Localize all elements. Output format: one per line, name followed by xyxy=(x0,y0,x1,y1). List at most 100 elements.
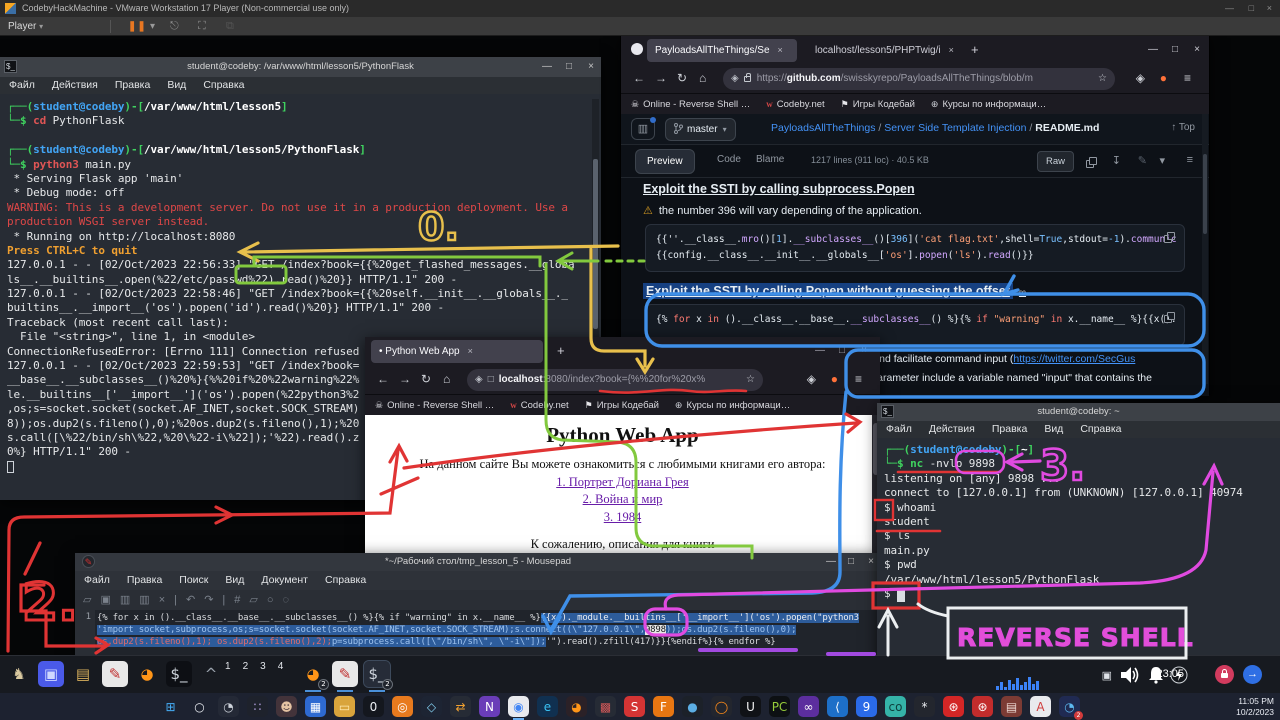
terminal-running[interactable]: $_2 xyxy=(364,661,390,687)
copy-icon[interactable] xyxy=(1167,232,1175,240)
shield-app-icon[interactable]: ◇ xyxy=(421,696,442,717)
edge-icon[interactable]: e xyxy=(537,696,558,717)
mousepad-running[interactable]: ✎ xyxy=(332,661,358,687)
workspace-4[interactable]: 4 xyxy=(278,661,284,672)
tab-code[interactable]: Code xyxy=(717,154,741,165)
tab-close-icon[interactable]: × xyxy=(949,45,954,55)
mousepad-window[interactable]: ✎ *~/Рабочий стол/tmp_lesson_5 - Mousepa… xyxy=(75,553,881,655)
terminal1-titlebar[interactable]: $_ student@codeby: /var/www/html/lesson5… xyxy=(0,57,601,77)
orange-ring-icon[interactable]: ◎ xyxy=(392,696,413,717)
workspace-3[interactable]: 3 xyxy=(260,661,266,672)
github-url-bar[interactable]: ◈https://github.com/swisskyrepo/Payloads… xyxy=(723,68,1115,90)
zero-app-icon[interactable]: 0 xyxy=(363,696,384,717)
new-tab-button[interactable]: + xyxy=(557,343,565,358)
start-button[interactable]: ⊞ xyxy=(160,696,181,717)
pie-badge-icon[interactable]: ◔2 xyxy=(1059,696,1080,717)
section-heading-popen-offset[interactable]: Exploit the SSTI by calling Popen withou… xyxy=(643,284,1026,298)
close-button[interactable]: × xyxy=(581,57,601,76)
mousepad-menu-items[interactable]: ФайлПравкаПоискВидДокументСправка xyxy=(75,571,881,590)
suspend-dropdown[interactable]: ▾ xyxy=(150,17,155,36)
pocket-icon[interactable]: ◈ xyxy=(807,372,816,386)
github-bookmarks-bar[interactable]: ☠Online - Reverse Shell …wCodeby.net⚑Игр… xyxy=(621,94,1209,114)
text-editor-icon[interactable]: ✎ xyxy=(102,661,128,687)
workspace-switcher[interactable]: 1 2 3 4 xyxy=(222,661,286,672)
book-link-1[interactable]: 1. Портрет Дориана Грея xyxy=(365,475,880,490)
volume-icon[interactable] xyxy=(1120,666,1140,684)
workspace-1[interactable]: 1 xyxy=(225,661,231,672)
firefox-running[interactable]: ◕2 xyxy=(300,661,326,687)
firefox-account-icon[interactable]: ● xyxy=(1160,71,1167,85)
updates-tray-icon[interactable]: → xyxy=(1243,665,1262,684)
tab-preview[interactable]: Preview xyxy=(635,149,695,174)
tab-payloadsallthethings[interactable]: PayloadsAllTheThings/Se× xyxy=(647,39,797,62)
teal-co-icon[interactable]: co xyxy=(885,696,906,717)
app-menu-icon[interactable]: ≡ xyxy=(855,372,862,386)
suspend-button[interactable]: ❚❚ xyxy=(128,17,147,36)
terminal2-menu-items[interactable]: ФайлДействияПравкаВидСправка xyxy=(877,421,1280,438)
player-menu[interactable]: Player ▾ xyxy=(8,17,43,36)
terminal2-output[interactable]: ┌──(student@codeby)-[~]└─$ nc -nvlp 9898… xyxy=(877,438,1280,663)
onenote-icon[interactable]: N xyxy=(479,696,500,717)
visual-studio-icon[interactable]: ∞ xyxy=(798,696,819,717)
reload-icon[interactable]: ↻ xyxy=(677,71,687,85)
firefox-account-icon[interactable]: ● xyxy=(831,372,838,386)
link-icon[interactable]: ∞ xyxy=(1019,287,1026,298)
kali-taskbar-launchers[interactable]: ♞▣▤✎◕$_^ xyxy=(6,661,224,687)
bookmark-star-icon[interactable]: ☆ xyxy=(1098,68,1107,90)
dots-app-icon[interactable]: ∷ xyxy=(247,696,268,717)
mousepad-editor[interactable]: 1 {% for x in ().__class__.__base__.__su… xyxy=(75,610,881,655)
apps-caret-icon[interactable]: ^ xyxy=(198,661,224,687)
back-icon[interactable]: ← xyxy=(377,372,389,386)
terminal2-menubar[interactable]: ФайлДействияПравкаВидСправка xyxy=(877,421,1280,438)
minimize-button[interactable]: — xyxy=(821,553,841,571)
minimize-button[interactable]: — xyxy=(537,57,557,76)
kali-menu-icon[interactable]: ♞ xyxy=(6,661,32,687)
unreal-icon[interactable]: U xyxy=(740,696,761,717)
tab-blame[interactable]: Blame xyxy=(756,154,784,165)
raw-button[interactable]: Raw xyxy=(1037,151,1074,172)
vmware-close-button[interactable]: × xyxy=(1267,0,1272,17)
home-icon[interactable]: ⌂ xyxy=(443,372,450,386)
tab-close-icon[interactable]: × xyxy=(468,346,473,356)
vmware-icon[interactable]: ⇄ xyxy=(450,696,471,717)
new-tab-button[interactable]: + xyxy=(971,42,979,57)
mousepad-titlebar[interactable]: ✎ *~/Рабочий стол/tmp_lesson_5 - Mousepa… xyxy=(75,553,881,571)
book-link-2[interactable]: 2. Война и мир xyxy=(365,492,880,507)
display-tray-icon[interactable]: ▣ xyxy=(1102,669,1112,682)
calendar-icon[interactable]: ▦ xyxy=(305,696,326,717)
explorer-icon[interactable]: ▭ xyxy=(334,696,355,717)
minimize-button[interactable]: — xyxy=(810,337,830,365)
bookmark-star-icon[interactable]: ☆ xyxy=(746,369,755,391)
terminal-window-netcat[interactable]: $_ student@codeby: ~ ФайлДействияПравкаВ… xyxy=(877,403,1280,663)
app-blue-icon[interactable]: ▣ xyxy=(38,661,64,687)
portrait-app-icon[interactable]: ☻ xyxy=(276,696,297,717)
pocket-icon[interactable]: ◈ xyxy=(1136,71,1145,85)
branch-selector[interactable]: master▾ xyxy=(665,118,736,141)
firefox-window-webapp[interactable]: • Python Web App× + — □ × ← → ↻ ⌂ ◈□loca… xyxy=(365,337,880,557)
code-block-subprocess[interactable]: {{''.__class__.mro()[1].__subclasses__()… xyxy=(645,224,1185,272)
terminal1-menubar[interactable]: ФайлДействияПравкаВидСправка xyxy=(0,77,601,94)
maximize-button[interactable]: □ xyxy=(841,553,861,571)
minimize-button[interactable]: — xyxy=(1143,36,1163,64)
wasp-app-icon[interactable]: * xyxy=(914,696,935,717)
screen-lock-icon[interactable] xyxy=(1215,665,1234,684)
maximize-button[interactable]: □ xyxy=(1165,36,1185,64)
tab-close-icon[interactable]: × xyxy=(778,45,783,55)
firefox-icon[interactable]: ◕ xyxy=(134,661,160,687)
blender-icon[interactable]: ◯ xyxy=(711,696,732,717)
webapp-url-bar[interactable]: ◈□localhost:8080/index?book={%%20for%20x… xyxy=(467,369,763,391)
vmware-maximize-button[interactable]: □ xyxy=(1249,0,1254,17)
gear-red-icon[interactable]: ⊛ xyxy=(943,696,964,717)
pin-nine-icon[interactable]: 9 xyxy=(856,696,877,717)
s-red-icon[interactable]: S xyxy=(624,696,645,717)
maximize-button[interactable]: □ xyxy=(559,57,579,76)
file-tree-icon[interactable]: ▥ xyxy=(631,118,655,140)
vmware-minimize-button[interactable]: — xyxy=(1225,0,1234,17)
fullscreen-icon[interactable]: ⛶ xyxy=(198,17,206,36)
dev-app-icon[interactable]: ▩ xyxy=(595,696,616,717)
file-manager-icon[interactable]: ▤ xyxy=(70,661,96,687)
ctrl-alt-del-icon[interactable]: ⎋ xyxy=(170,17,179,36)
shield-icon[interactable]: ◈ xyxy=(475,374,483,385)
home-icon[interactable]: ⌂ xyxy=(699,71,706,85)
pc-green-icon[interactable]: PC xyxy=(769,696,790,717)
